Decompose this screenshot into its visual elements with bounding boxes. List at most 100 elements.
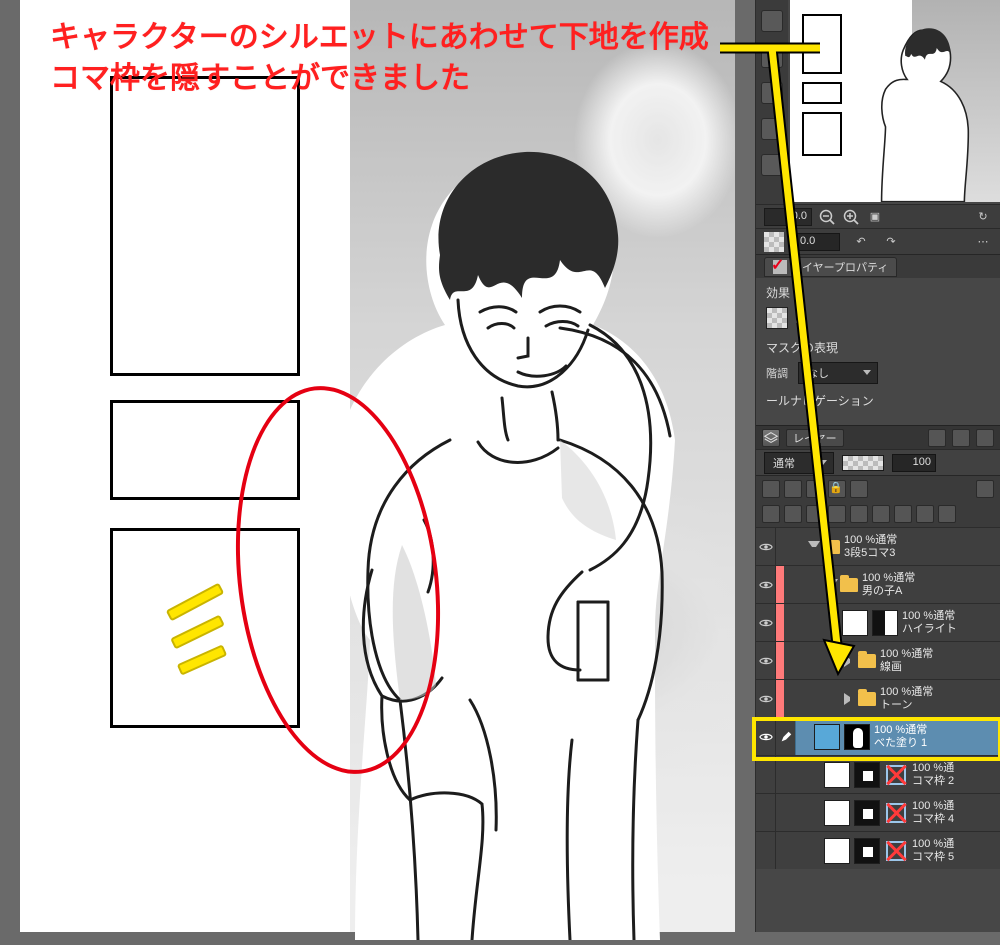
delete-layer-icon[interactable]	[938, 505, 956, 523]
tool-icon[interactable]	[806, 505, 824, 523]
layer-tab[interactable]: レイヤー	[786, 429, 844, 447]
folder-icon	[840, 578, 858, 592]
mask-thumb	[854, 762, 880, 788]
zoom-out-icon[interactable]	[818, 208, 836, 226]
lock-icon[interactable]: 🔒	[828, 480, 846, 498]
tool-icon[interactable]	[806, 480, 824, 498]
pen-indicator-icon	[776, 718, 796, 755]
gradation-dropdown[interactable]: なし	[798, 362, 878, 384]
tool-icon[interactable]	[916, 505, 934, 523]
fold-icon[interactable]	[844, 655, 856, 667]
red-caption: キャラクターのシルエットにあわせて下地を作成 コマ枠を隠すことができました	[50, 18, 709, 99]
visibility-eye-icon[interactable]	[756, 794, 776, 831]
navigator-figure	[852, 24, 990, 202]
mask-icon[interactable]	[894, 505, 912, 523]
fill-thumb	[814, 724, 840, 750]
redo-icon[interactable]: ↷	[882, 233, 900, 251]
layer-property-tab-row: レイヤープロパティ	[756, 254, 1000, 278]
layer-row[interactable]: 100 %通常トーン	[756, 679, 1000, 717]
visibility-eye-icon[interactable]	[756, 604, 776, 641]
frame-icon	[884, 839, 908, 863]
layer-row[interactable]: 100 %通常3段5コマ3	[756, 527, 1000, 565]
layer-row[interactable]: 100 %通常線画	[756, 641, 1000, 679]
tool-icon[interactable]	[850, 480, 868, 498]
mask-thumb	[854, 800, 880, 826]
fit-icon[interactable]: ▣	[866, 208, 884, 226]
layers-icon[interactable]	[762, 429, 780, 447]
layer-thumb	[824, 838, 850, 864]
nav-icon[interactable]	[761, 118, 783, 140]
navigator-panel	[756, 0, 1000, 204]
layer-row[interactable]: 100 %通コマ枠 2	[756, 755, 1000, 793]
swatch-transparent[interactable]	[766, 307, 788, 329]
history-row: 0.0 ↶ ↷ ⋯	[756, 228, 1000, 254]
blend-mode-dropdown[interactable]: 通常	[764, 452, 834, 474]
new-layer-icon[interactable]	[762, 505, 780, 523]
layer-property-body: 効果 マスクの表現 階調 なし ールナビゲーション	[756, 278, 1000, 425]
visibility-eye-icon[interactable]	[756, 680, 776, 717]
layer-toolbar-1: 🔒	[756, 475, 1000, 501]
layer-row[interactable]: 100 %通常男の子A	[756, 565, 1000, 603]
visibility-eye-icon[interactable]	[756, 528, 776, 565]
layer-row[interactable]: 100 %通コマ枠 5	[756, 831, 1000, 869]
layer-thumb	[842, 610, 868, 636]
folder-icon	[858, 654, 876, 668]
layer-panel-head: レイヤー	[756, 425, 1000, 449]
fold-icon[interactable]	[844, 693, 856, 705]
right-panels: 20.0 ▣ ↻ 0.0 ↶ ↷ ⋯ レイヤープロパティ 効果 マスクの表現	[755, 0, 1000, 932]
layer-row[interactable]: 100 %通常ハイライト	[756, 603, 1000, 641]
nav-icon[interactable]	[761, 10, 783, 32]
layer-row-selected[interactable]: 100 %通常べた塗り 1	[756, 717, 1000, 755]
tool-icon[interactable]	[762, 480, 780, 498]
mask-thumb	[844, 724, 870, 750]
zoom-row: 20.0 ▣ ↻	[756, 204, 1000, 228]
tool-navigation-label: ールナビゲーション	[766, 392, 990, 409]
zoom-value[interactable]: 20.0	[764, 208, 812, 226]
visibility-eye-icon[interactable]	[756, 756, 776, 793]
opacity-slider[interactable]	[842, 455, 884, 471]
layer-palette-menu-icon[interactable]	[952, 429, 970, 447]
visibility-eye-icon[interactable]	[756, 718, 776, 755]
tool-icon[interactable]	[784, 480, 802, 498]
undo-icon[interactable]: ↶	[852, 233, 870, 251]
frame-icon	[884, 801, 908, 825]
layer-thumb	[824, 800, 850, 826]
folder-icon	[858, 692, 876, 706]
layer-palette-menu-icon[interactable]	[928, 429, 946, 447]
new-folder-icon[interactable]	[784, 505, 802, 523]
layer-list[interactable]: 100 %通常3段5コマ3 100 %通常男の子A 100 %通常ハイライト	[756, 527, 1000, 869]
tool-icon[interactable]	[828, 505, 846, 523]
tool-icon[interactable]	[872, 505, 890, 523]
opacity-value[interactable]: 100	[892, 454, 936, 472]
tool-icon[interactable]	[976, 480, 994, 498]
effect-swatches	[766, 307, 990, 329]
layer-thumb	[824, 762, 850, 788]
nav-icon[interactable]	[761, 46, 783, 68]
effect-label: 効果	[766, 284, 990, 301]
history-value[interactable]: 0.0	[796, 233, 840, 251]
swatch-expand-icon[interactable]	[796, 313, 802, 323]
blend-row: 通常 100	[756, 449, 1000, 475]
frame-icon	[884, 763, 908, 787]
navigator-thumbnail[interactable]	[790, 0, 1000, 202]
visibility-eye-icon[interactable]	[756, 832, 776, 869]
history-more-icon[interactable]: ⋯	[974, 233, 992, 251]
checker-icon[interactable]	[764, 232, 784, 252]
visibility-eye-icon[interactable]	[756, 642, 776, 679]
navigator-side-icons	[756, 0, 788, 204]
nav-icon[interactable]	[761, 154, 783, 176]
gradation-label: 階調	[766, 365, 788, 381]
rotate-icon[interactable]: ↻	[974, 208, 992, 226]
canvas-area[interactable]: キャラクターのシルエットにあわせて下地を作成 コマ枠を隠すことができました	[0, 0, 755, 932]
mask-expression-label: マスクの表現	[766, 339, 990, 356]
layer-property-tab[interactable]: レイヤープロパティ	[764, 257, 897, 277]
visibility-eye-icon[interactable]	[756, 566, 776, 603]
tool-icon[interactable]	[850, 505, 868, 523]
manga-page	[20, 0, 735, 932]
fold-icon[interactable]	[808, 541, 820, 553]
layer-row[interactable]: 100 %通コマ枠 4	[756, 793, 1000, 831]
fold-icon[interactable]	[826, 579, 838, 591]
nav-icon[interactable]	[761, 82, 783, 104]
layer-palette-menu-icon[interactable]	[976, 429, 994, 447]
zoom-in-icon[interactable]	[842, 208, 860, 226]
